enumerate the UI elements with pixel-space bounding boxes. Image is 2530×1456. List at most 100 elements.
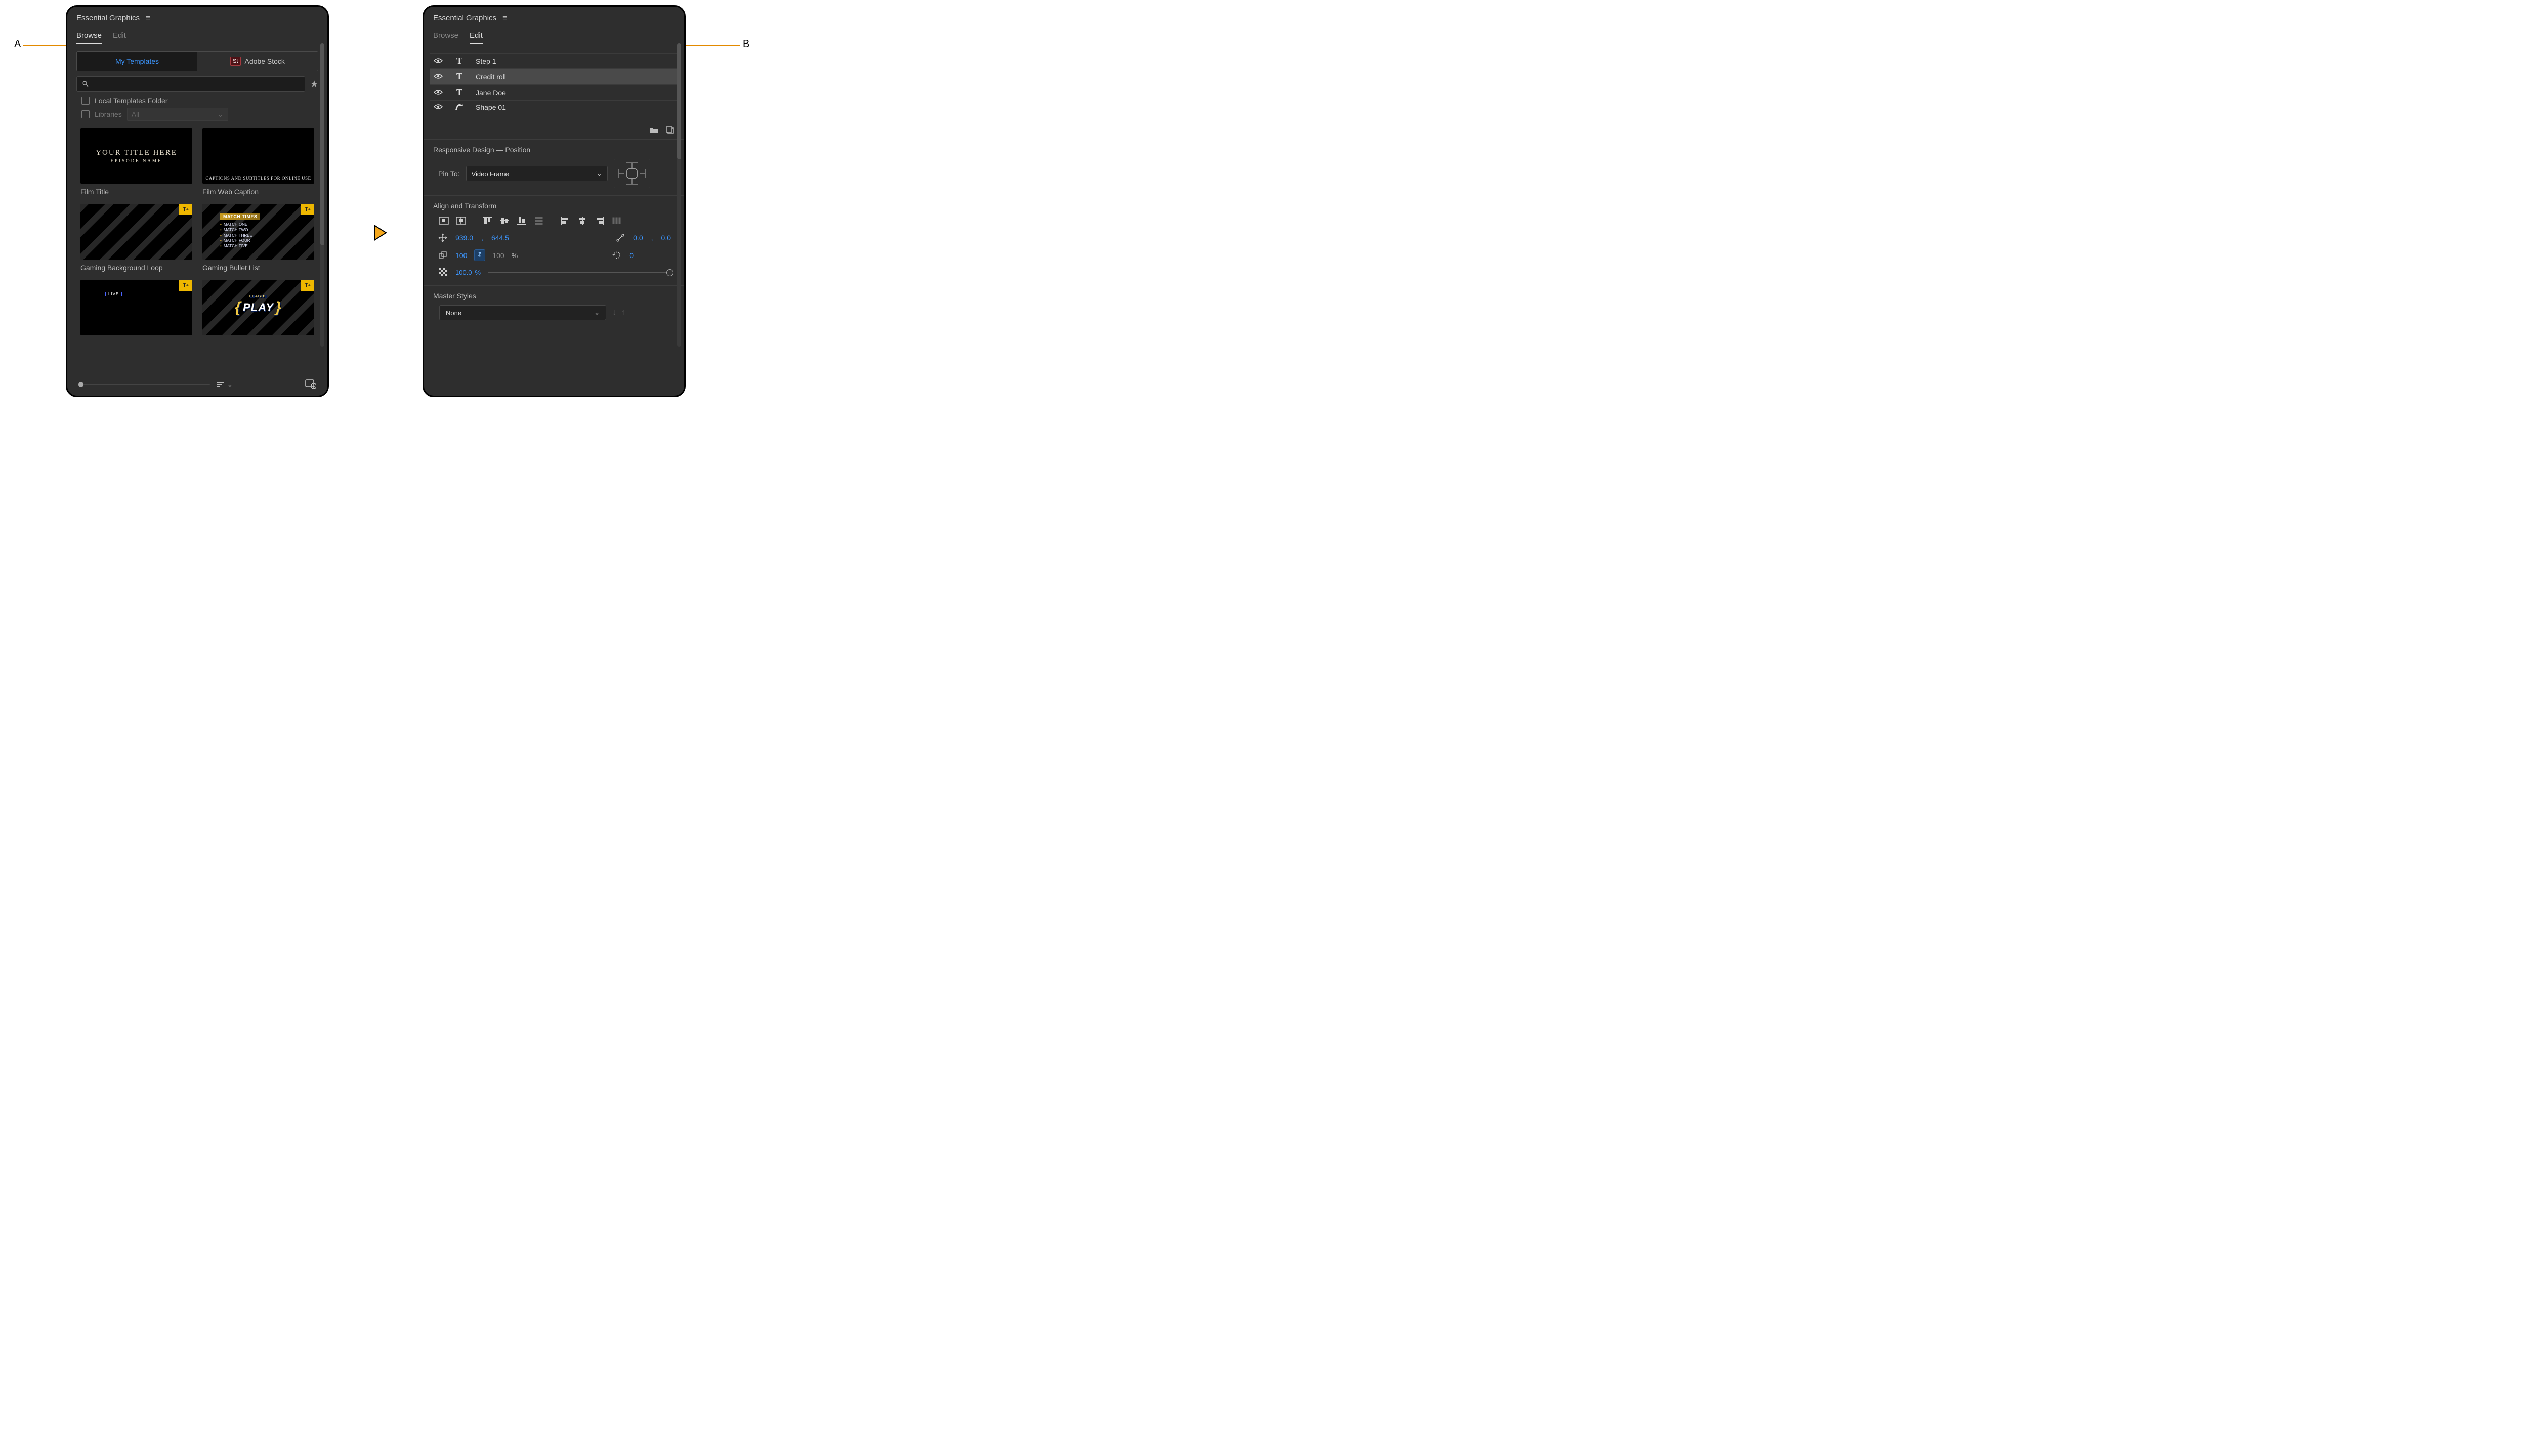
anchor-y-value[interactable]: 0.0 (661, 234, 671, 242)
master-styles-select[interactable]: None ⌄ (439, 305, 606, 320)
center-play-icon (369, 223, 390, 243)
opacity-unit: % (475, 269, 481, 276)
thumb-overlay: MATCH TIMES MATCH ONE MATCH TWO MATCH TH… (220, 213, 309, 249)
push-up-icon[interactable]: ↑ (621, 308, 625, 317)
text-layer-icon: T (452, 71, 467, 82)
master-styles-title: Master Styles (433, 292, 675, 300)
pin-diagram[interactable] (614, 159, 650, 188)
position-y-value[interactable]: 644.5 (491, 234, 509, 242)
tab-browse[interactable]: Browse (76, 31, 102, 44)
opacity-slider[interactable] (488, 272, 671, 273)
align-right-icon[interactable] (593, 215, 606, 226)
distribute-horizontal-icon[interactable] (610, 215, 623, 226)
scale-h-value: 100 (492, 251, 504, 260)
align-vmiddle-icon[interactable] (498, 215, 511, 226)
callout-b-label: B (743, 38, 749, 50)
scale-w-value[interactable]: 100 (455, 251, 467, 260)
new-group-icon[interactable] (650, 126, 659, 136)
layer-row[interactable]: T Step 1 (430, 53, 678, 69)
layer-name: Jane Doe (476, 89, 506, 97)
align-vcenter-parent-icon[interactable] (454, 215, 468, 226)
chevron-down-icon: ⌄ (597, 169, 602, 178)
adobe-stock-badge-icon: St (230, 57, 240, 66)
visibility-eye-icon[interactable] (433, 57, 443, 65)
text-layer-icon: T (452, 56, 467, 66)
search-icon (82, 80, 89, 88)
pin-to-select[interactable]: Video Frame ⌄ (466, 166, 608, 181)
panel-title: Essential Graphics (433, 14, 496, 22)
template-thumb[interactable]: TA Gaming Background Loop (80, 204, 192, 275)
local-templates-label: Local Templates Folder (95, 97, 167, 105)
libraries-select[interactable]: All ⌄ (127, 108, 228, 121)
callout-a-label: A (14, 38, 21, 50)
essential-graphics-edit-panel: Essential Graphics ≡ Browse Edit T Step … (423, 5, 686, 397)
link-icon (477, 250, 483, 259)
segment-adobe-stock[interactable]: St Adobe Stock (197, 52, 318, 71)
search-input[interactable] (76, 76, 305, 92)
align-transform-title: Align and Transform (433, 202, 675, 210)
text-layer-icon: T (452, 87, 467, 98)
position-icon (437, 233, 448, 242)
tab-browse[interactable]: Browse (433, 31, 458, 44)
rotation-value[interactable]: 0 (629, 251, 634, 260)
visibility-eye-icon[interactable] (433, 89, 443, 97)
push-down-icon[interactable]: ↓ (612, 308, 616, 317)
template-thumb[interactable]: TA LIVE (80, 280, 192, 335)
thumb-caption: Film Title (80, 188, 192, 196)
responsive-design-title: Responsive Design — Position (433, 146, 675, 154)
opacity-icon (437, 268, 448, 276)
thumb-caption: Gaming Bullet List (202, 264, 314, 272)
distribute-vertical-icon[interactable] (532, 215, 545, 226)
pin-to-label: Pin To: (438, 169, 460, 178)
anchor-x-value[interactable]: 0.0 (633, 234, 643, 242)
opacity-value[interactable]: 100.0 (455, 269, 472, 276)
template-thumb[interactable]: CAPTIONS AND SUBTITLES FOR ONLINE USE Fi… (202, 128, 314, 199)
template-thumb[interactable]: TA MATCH TIMES MATCH ONE MATCH TWO MATCH… (202, 204, 314, 275)
browse-scrollbar[interactable] (320, 43, 324, 347)
libraries-checkbox[interactable] (81, 110, 90, 118)
layer-name: Step 1 (476, 57, 496, 65)
thumb-caption: Gaming Background Loop (80, 264, 192, 272)
new-layer-icon[interactable] (666, 126, 674, 136)
mogrt-badge-icon: TA (179, 280, 192, 291)
local-templates-checkbox[interactable] (81, 97, 90, 105)
edit-scrollbar[interactable] (677, 43, 681, 347)
essential-graphics-browse-panel: Essential Graphics ≡ Browse Edit My Temp… (66, 5, 329, 397)
panel-title: Essential Graphics (76, 14, 140, 22)
chevron-down-icon: ⌄ (218, 110, 224, 119)
scale-icon (437, 251, 448, 260)
align-left-icon[interactable] (559, 215, 572, 226)
tab-edit[interactable]: Edit (113, 31, 126, 44)
align-hcenter-parent-icon[interactable] (437, 215, 450, 226)
template-thumb[interactable]: TA LEAGUE { PLAY } (202, 280, 314, 335)
new-item-button[interactable] (305, 378, 316, 391)
scale-link-toggle[interactable] (474, 249, 485, 261)
template-thumb[interactable]: YOUR TITLE HERE EPISODE NAME Film Title (80, 128, 192, 199)
layer-row[interactable]: T Jane Doe (430, 84, 678, 100)
panel-menu-icon[interactable]: ≡ (146, 14, 150, 22)
libraries-label: Libraries (95, 110, 122, 118)
chevron-down-icon: ⌄ (594, 309, 600, 317)
sort-menu[interactable]: ⌄ (217, 380, 233, 389)
visibility-eye-icon[interactable] (433, 103, 443, 111)
layer-row[interactable]: Shape 01 (430, 100, 678, 114)
mogrt-badge-icon: TA (301, 280, 314, 291)
zoom-slider[interactable] (78, 384, 210, 385)
favorites-star-icon[interactable]: ★ (310, 79, 318, 90)
align-bottom-icon[interactable] (515, 215, 528, 226)
position-x-value[interactable]: 939.0 (455, 234, 473, 242)
tab-edit[interactable]: Edit (470, 31, 483, 44)
layer-name: Shape 01 (476, 103, 506, 111)
align-top-icon[interactable] (481, 215, 494, 226)
sort-icon (217, 381, 225, 388)
visibility-eye-icon[interactable] (433, 73, 443, 81)
anchor-icon (615, 233, 626, 242)
rotation-icon (611, 251, 622, 260)
align-hcenter-icon[interactable] (576, 215, 589, 226)
shape-layer-icon (452, 103, 467, 112)
layer-row[interactable]: T Credit roll (430, 69, 678, 84)
scale-unit: % (512, 251, 518, 260)
segment-my-templates[interactable]: My Templates (77, 52, 197, 71)
panel-menu-icon[interactable]: ≡ (502, 14, 507, 22)
chevron-down-icon: ⌄ (227, 380, 233, 389)
